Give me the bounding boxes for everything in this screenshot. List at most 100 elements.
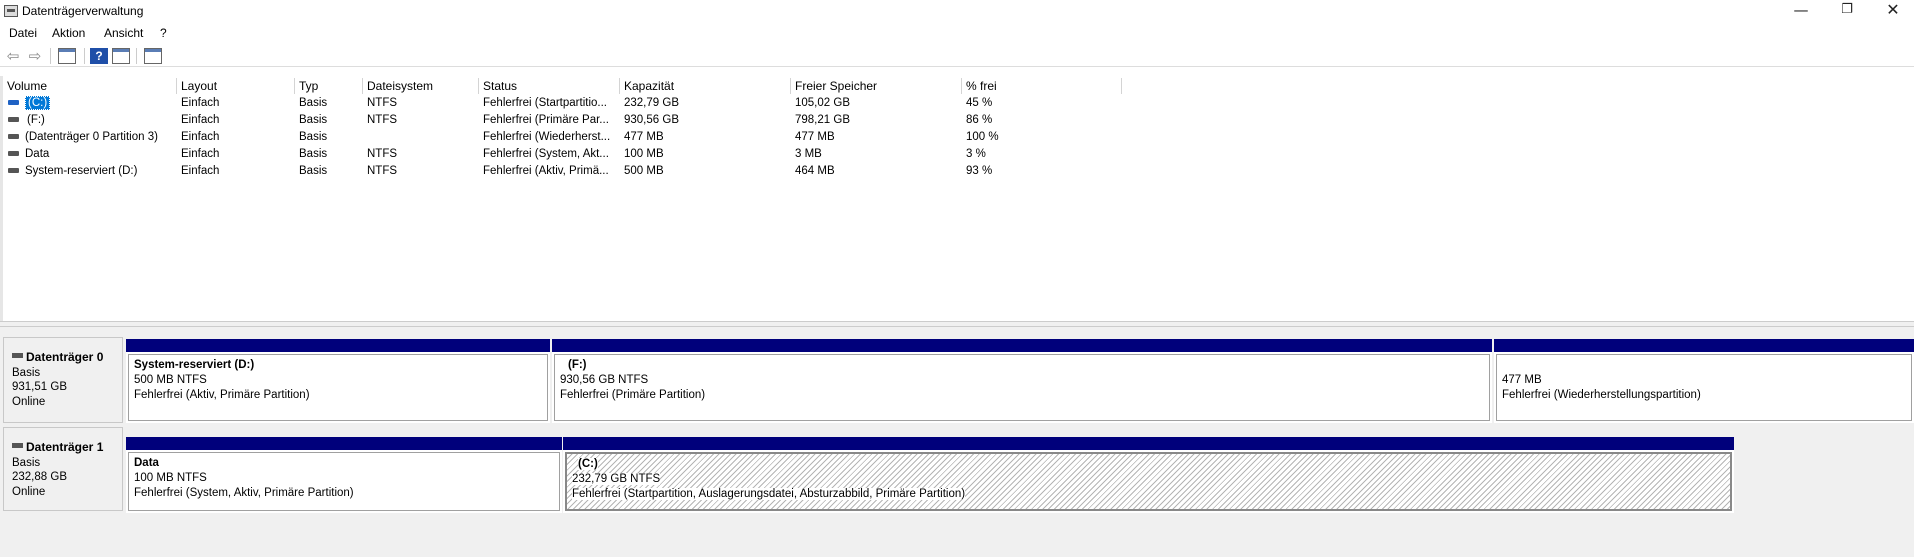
console-tree-icon[interactable] xyxy=(58,48,76,64)
disk-size: 232,88 GB xyxy=(12,471,67,483)
forward-arrow-icon[interactable]: ⇨ xyxy=(26,48,44,64)
partition-status: Fehlerfrei (Aktiv, Primäre Partition) xyxy=(134,389,310,401)
partition-system-reserviert[interactable]: System-reserviert (D:) 500 MB NTFS Fehle… xyxy=(126,339,550,423)
restore-button[interactable]: ❐ xyxy=(1824,0,1870,23)
menu-datei[interactable]: Datei xyxy=(9,26,37,40)
partition-status: Fehlerfrei (Startpartition, Auslagerungs… xyxy=(572,488,966,500)
toolbar-separator xyxy=(136,48,137,64)
cell-status: Fehlerfrei (Primäre Par... xyxy=(483,114,609,126)
cell-kapazitaet: 232,79 GB xyxy=(624,97,679,109)
cell-typ: Basis xyxy=(299,165,328,177)
settings-list-icon[interactable] xyxy=(144,48,162,64)
partition-name: Data xyxy=(134,457,159,469)
partition-bar xyxy=(552,339,1492,352)
table-row[interactable]: Data Einfach Basis NTFS Fehlerfrei (Syst… xyxy=(3,147,1914,161)
drive-icon xyxy=(8,134,19,139)
cell-layout: Einfach xyxy=(181,131,220,143)
column-header-volume[interactable]: Volume xyxy=(3,78,177,94)
cell-typ: Basis xyxy=(299,114,328,126)
cell-typ: Basis xyxy=(299,97,328,109)
window-title: Datenträgerverwaltung xyxy=(22,4,144,18)
partition-body: (F:) 930,56 GB NTFS Fehlerfrei (Primäre … xyxy=(554,354,1490,421)
disk-1-label[interactable]: Datenträger 1 Basis 232,88 GB Online xyxy=(3,427,123,511)
partition-name: (F:) xyxy=(568,359,587,371)
column-header-dateisystem[interactable]: Dateisystem xyxy=(363,78,479,94)
partition-size: 232,79 GB NTFS xyxy=(572,473,661,485)
properties-icon[interactable] xyxy=(112,48,130,64)
partition-status: Fehlerfrei (Primäre Partition) xyxy=(560,389,706,401)
cell-freier-speicher: 798,21 GB xyxy=(795,114,850,126)
column-header-pct-frei[interactable]: % frei xyxy=(962,78,1122,94)
close-button[interactable]: ✕ xyxy=(1870,0,1914,23)
table-row[interactable]: System-reserviert (D:) Einfach Basis NTF… xyxy=(3,164,1914,178)
disk-type: Basis xyxy=(12,456,41,469)
back-arrow-icon[interactable]: ⇦ xyxy=(4,48,22,64)
partition-body: (C:) 232,79 GB NTFS Fehlerfrei (Startpar… xyxy=(565,452,1732,511)
table-row[interactable]: (F:) Einfach Basis NTFS Fehlerfrei (Prim… xyxy=(3,113,1914,127)
cell-pct-frei: 86 % xyxy=(966,114,993,126)
disk-map: Datenträger 0 Basis 931,51 GB Online Sys… xyxy=(0,327,1914,557)
partition-name xyxy=(1502,358,1911,373)
cell-dateisystem: NTFS xyxy=(367,97,398,109)
table-row[interactable]: (C:) Einfach Basis NTFS Fehlerfrei (Star… xyxy=(3,96,1914,110)
cell-kapazitaet: 930,56 GB xyxy=(624,114,679,126)
partition-name: System-reserviert (D:) xyxy=(134,359,255,371)
partition-recovery[interactable]: 477 MB Fehlerfrei (Wiederherstellungspar… xyxy=(1494,339,1914,423)
cell-dateisystem: NTFS xyxy=(367,148,398,160)
cell-layout: Einfach xyxy=(181,148,220,160)
column-header-layout[interactable]: Layout xyxy=(177,78,295,94)
partition-f[interactable]: (F:) 930,56 GB NTFS Fehlerfrei (Primäre … xyxy=(552,339,1492,423)
partition-bar xyxy=(126,339,550,352)
cell-kapazitaet: 500 MB xyxy=(624,165,664,177)
disk-state: Online xyxy=(12,485,46,498)
partition-size: 100 MB NTFS xyxy=(134,472,207,484)
volume-name: System-reserviert (D:) xyxy=(25,165,138,177)
cell-status: Fehlerfrei (Startpartitio... xyxy=(483,97,607,109)
volume-name: (F:) xyxy=(27,114,45,126)
minimize-button[interactable]: — xyxy=(1778,0,1824,23)
table-row[interactable]: (Datenträger 0 Partition 3) Einfach Basi… xyxy=(3,130,1914,144)
toolbar: ⇦ ⇨ ? xyxy=(0,45,1914,67)
volume-name[interactable]: (C:) xyxy=(25,96,51,110)
partition-size: 930,56 GB NTFS xyxy=(560,374,649,386)
menu-help[interactable]: ? xyxy=(160,26,167,40)
cell-layout: Einfach xyxy=(181,165,220,177)
help-icon[interactable]: ? xyxy=(90,48,108,64)
drive-icon xyxy=(8,168,19,173)
cell-status: Fehlerfrei (Aktiv, Primä... xyxy=(483,165,609,177)
disk-type: Basis xyxy=(12,366,41,379)
cell-typ: Basis xyxy=(299,131,328,143)
cell-dateisystem: NTFS xyxy=(367,114,398,126)
disk-management-app-icon xyxy=(4,5,18,17)
partition-bar xyxy=(1494,339,1914,352)
cell-layout: Einfach xyxy=(181,114,220,126)
cell-status: Fehlerfrei (System, Akt... xyxy=(483,148,609,160)
menu-ansicht[interactable]: Ansicht xyxy=(104,26,143,40)
volume-name: (Datenträger 0 Partition 3) xyxy=(25,131,158,143)
column-header-kapazitaet[interactable]: Kapazität xyxy=(620,78,791,94)
cell-freier-speicher: 477 MB xyxy=(795,131,835,143)
menu-aktion[interactable]: Aktion xyxy=(52,26,85,40)
cell-status: Fehlerfrei (Wiederherst... xyxy=(483,131,611,143)
column-header-freier-speicher[interactable]: Freier Speicher xyxy=(791,78,962,94)
column-header-status[interactable]: Status xyxy=(479,78,620,94)
partition-size: 500 MB NTFS xyxy=(134,374,207,386)
toolbar-separator xyxy=(50,48,51,64)
disk-icon xyxy=(12,443,23,449)
partition-body: Data 100 MB NTFS Fehlerfrei (System, Akt… xyxy=(128,452,560,511)
partition-bar xyxy=(126,437,562,450)
cell-pct-frei: 3 % xyxy=(966,148,986,160)
partition-data[interactable]: Data 100 MB NTFS Fehlerfrei (System, Akt… xyxy=(126,437,562,513)
cell-pct-frei: 45 % xyxy=(966,97,993,109)
cell-kapazitaet: 100 MB xyxy=(624,148,664,160)
partition-body: 477 MB Fehlerfrei (Wiederherstellungspar… xyxy=(1496,354,1912,421)
drive-icon xyxy=(8,117,19,122)
partition-size: 477 MB xyxy=(1502,374,1542,386)
partition-status: Fehlerfrei (System, Aktiv, Primäre Parti… xyxy=(134,487,354,499)
cell-freier-speicher: 464 MB xyxy=(795,165,835,177)
partition-name: (C:) xyxy=(578,458,598,470)
partition-c[interactable]: (C:) 232,79 GB NTFS Fehlerfrei (Startpar… xyxy=(563,437,1734,513)
partition-status: Fehlerfrei (Wiederherstellungspartition) xyxy=(1502,389,1701,401)
disk-0-label[interactable]: Datenträger 0 Basis 931,51 GB Online xyxy=(3,337,123,423)
column-header-typ[interactable]: Typ xyxy=(295,78,363,94)
